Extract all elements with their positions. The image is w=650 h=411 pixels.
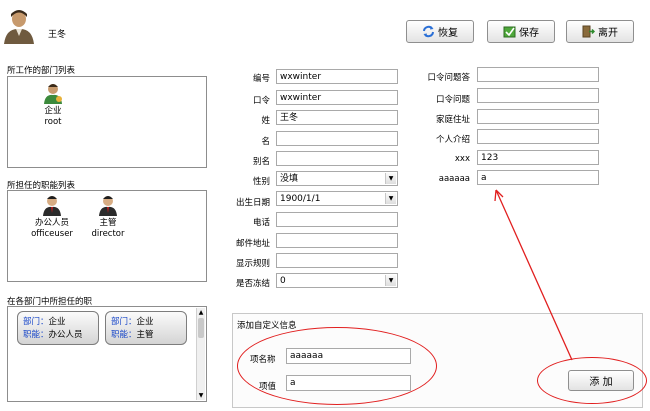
display-rule-field[interactable] xyxy=(276,253,398,268)
vertical-scrollbar[interactable]: ▲ ▼ xyxy=(196,308,205,400)
field-label-intro: 个人介绍 xyxy=(435,135,470,145)
field-label-gender: 性别 xyxy=(252,177,270,187)
id-field[interactable]: wxwinter xyxy=(276,69,398,84)
field-label-password-answer: 口令问题答 xyxy=(427,73,470,83)
field-label-aaaaaa: aaaaaa xyxy=(438,174,470,184)
password-question-field[interactable] xyxy=(477,88,599,103)
scroll-up-icon[interactable]: ▲ xyxy=(197,308,205,317)
role-user-icon xyxy=(43,196,61,216)
dept-roles-list: 部门：企业 职能：办公人员 部门：企业 职能：主管 ▲ ▼ xyxy=(7,306,207,402)
field-label-birthdate: 出生日期 xyxy=(235,198,270,208)
gender-value: 没填 xyxy=(280,174,299,184)
user-avatar-icon xyxy=(3,8,35,44)
birthdate-picker[interactable]: 1900/1/1 ▼ xyxy=(276,191,398,206)
annotation-oval-left xyxy=(237,327,437,405)
chevron-down-icon[interactable]: ▼ xyxy=(385,193,396,204)
department-name: 企业 xyxy=(44,106,62,116)
field-label-id: 编号 xyxy=(252,74,270,84)
scrollbar-thumb[interactable] xyxy=(198,318,204,338)
field-label-email: 邮件地址 xyxy=(235,239,270,249)
frozen-value: 0 xyxy=(280,276,286,286)
field-label-xxx: xxx xyxy=(454,154,470,164)
roles-list: 办公人员 officeuser 主管 director xyxy=(7,190,207,282)
password-field[interactable]: wxwinter xyxy=(276,90,398,105)
role-user-icon xyxy=(99,196,117,216)
save-icon xyxy=(503,26,516,38)
field-label-alias: 别名 xyxy=(252,157,270,167)
card-dept: 企业 xyxy=(48,317,66,327)
alias-field[interactable] xyxy=(276,151,398,166)
xxx-field[interactable]: 123 xyxy=(477,150,599,165)
role-name: 主管 xyxy=(99,218,117,228)
leave-label: 离开 xyxy=(598,28,618,39)
department-code: root xyxy=(44,117,62,127)
aaaaaa-field[interactable]: a xyxy=(477,170,599,185)
phone-field[interactable] xyxy=(276,212,398,227)
dept-role-card[interactable]: 部门：企业 职能：主管 xyxy=(105,311,187,345)
field-label-password-question: 口令问题 xyxy=(435,95,470,105)
role-code: director xyxy=(91,229,125,239)
department-icon xyxy=(44,84,62,104)
dept-role-card[interactable]: 部门：企业 职能：办公人员 xyxy=(17,311,99,345)
dept-key: 部门： xyxy=(23,317,49,327)
custom-info-title: 添加自定义信息 xyxy=(237,321,297,331)
email-field[interactable] xyxy=(276,233,398,248)
departments-list: 企业 root xyxy=(7,76,207,168)
leave-button[interactable]: 离开 xyxy=(566,20,634,43)
refresh-icon xyxy=(423,25,434,38)
role-key: 职能： xyxy=(23,330,49,340)
field-label-frozen: 是否冻结 xyxy=(235,279,270,289)
department-item-root[interactable]: 企业 root xyxy=(18,82,88,128)
card-role: 主管 xyxy=(136,330,154,340)
annotation-oval-right xyxy=(537,357,647,404)
gender-select[interactable]: 没填 ▼ xyxy=(276,171,398,186)
password-answer-field[interactable] xyxy=(477,67,599,82)
user-name: 王冬 xyxy=(48,30,67,40)
frozen-select[interactable]: 0 ▼ xyxy=(276,273,398,288)
chevron-down-icon[interactable]: ▼ xyxy=(385,173,396,184)
restore-label: 恢复 xyxy=(438,28,458,39)
dept-key: 部门： xyxy=(111,317,137,327)
chevron-down-icon[interactable]: ▼ xyxy=(385,275,396,286)
field-label-surname: 姓 xyxy=(261,116,270,126)
field-label-display-rule: 显示规则 xyxy=(235,259,270,269)
save-button[interactable]: 保存 xyxy=(487,20,555,43)
field-label-password: 口令 xyxy=(252,96,270,106)
birthdate-value: 1900/1/1 xyxy=(280,194,321,204)
restore-button[interactable]: 恢复 xyxy=(406,20,474,43)
departments-title: 所工作的部门列表 xyxy=(7,66,76,76)
save-label: 保存 xyxy=(519,28,539,39)
surname-field[interactable]: 王冬 xyxy=(276,110,398,125)
exit-icon xyxy=(582,25,595,38)
scroll-down-icon[interactable]: ▼ xyxy=(197,391,205,400)
field-label-phone: 电话 xyxy=(252,218,270,228)
card-dept: 企业 xyxy=(136,317,154,327)
role-key: 职能： xyxy=(111,330,137,340)
address-field[interactable] xyxy=(477,109,599,124)
intro-field[interactable] xyxy=(477,129,599,144)
card-role: 办公人员 xyxy=(48,330,83,340)
role-item-director[interactable]: 主管 director xyxy=(73,194,143,240)
given-name-field[interactable] xyxy=(276,131,398,146)
field-label-given-name: 名 xyxy=(261,137,270,147)
field-label-address: 家庭住址 xyxy=(435,115,470,125)
